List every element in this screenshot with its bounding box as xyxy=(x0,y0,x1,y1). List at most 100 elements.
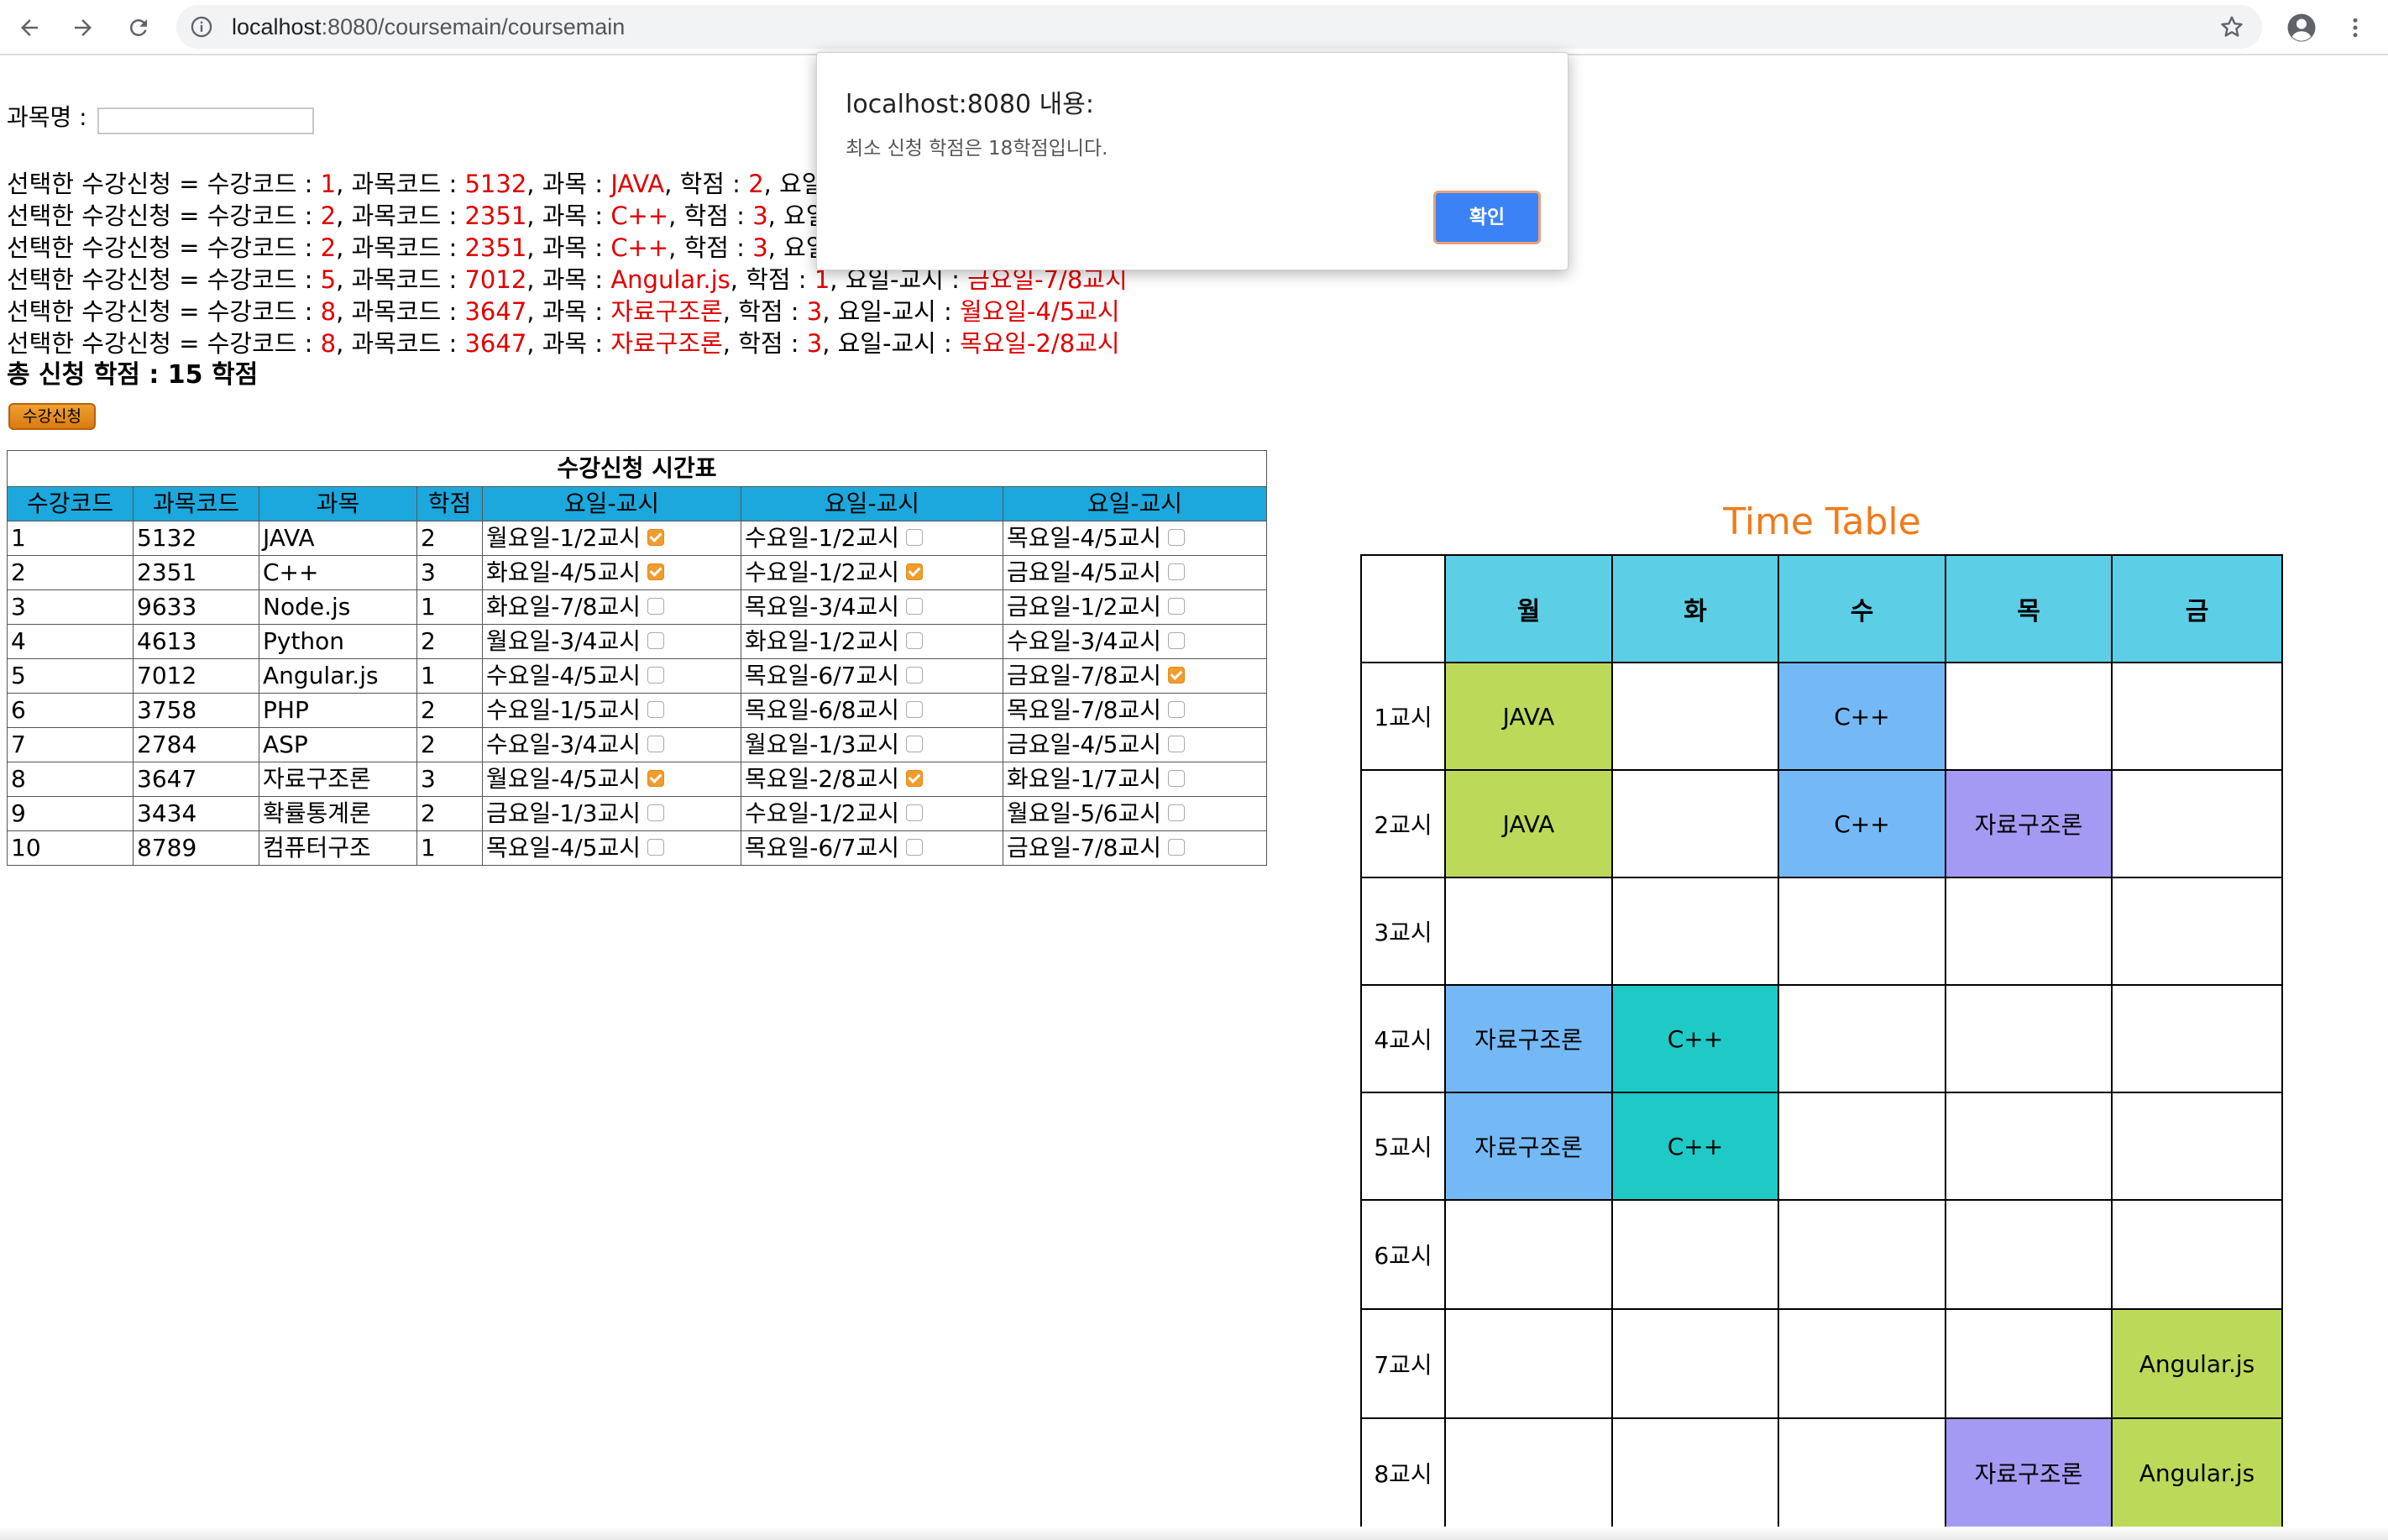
cell-credit: 2 xyxy=(416,693,483,728)
subject-search-input[interactable] xyxy=(97,107,314,134)
slot-checkbox[interactable] xyxy=(905,632,923,649)
slot-checkbox[interactable] xyxy=(647,736,664,752)
slot-checkbox[interactable] xyxy=(1167,632,1185,649)
selected-label: 선택한 수강신청 = 수강코드 : xyxy=(7,170,321,198)
cell-credit: 2 xyxy=(416,796,483,831)
reload-button[interactable] xyxy=(119,8,158,47)
period-label: 2교시 xyxy=(1360,769,1446,878)
slot-label: 목요일-6/7교시 xyxy=(745,834,899,862)
slot-label: 화요일-4/5교시 xyxy=(486,558,641,586)
apply-button[interactable]: 수강신청 xyxy=(8,403,96,430)
browser-menu-button[interactable] xyxy=(2336,8,2375,47)
slot-checkbox[interactable] xyxy=(1167,770,1185,787)
slot-cell: 화요일-1/7교시 xyxy=(1002,762,1268,797)
timetable-cell xyxy=(1444,1417,1613,1528)
slot-checkbox[interactable] xyxy=(647,632,664,649)
slot-cell: 화요일-7/8교시 xyxy=(482,589,741,625)
slot-checkbox[interactable] xyxy=(1167,563,1185,580)
slot-checkbox[interactable] xyxy=(905,598,923,615)
url-text[interactable]: localhost:8080/coursemain/coursemain xyxy=(232,14,625,39)
cell-subject-code: 2784 xyxy=(133,727,259,762)
day-header: 금 xyxy=(2111,554,2283,663)
forward-button[interactable] xyxy=(64,8,102,47)
slot-checkbox[interactable] xyxy=(905,701,923,718)
info-icon[interactable] xyxy=(190,15,213,39)
timetable-corner-cell xyxy=(1360,554,1446,663)
slot-checkbox[interactable] xyxy=(647,701,664,718)
cell-subject-code: 8789 xyxy=(133,830,259,866)
cell-subject: 자료구조론 xyxy=(259,762,417,797)
slot-label: 수요일-1/5교시 xyxy=(486,696,641,724)
slot-label: 금요일-4/5교시 xyxy=(1007,558,1161,586)
slot-cell: 금요일-1/3교시 xyxy=(482,796,741,831)
cell-code: 1 xyxy=(7,521,134,556)
selected-label: 선택한 수강신청 = 수강코드 : xyxy=(7,329,321,358)
slot-checkbox[interactable] xyxy=(647,804,664,821)
slot-checkbox[interactable] xyxy=(1167,598,1185,615)
slot-label: 화요일-7/8교시 xyxy=(486,593,641,621)
slot-checkbox[interactable] xyxy=(647,563,664,580)
slot-checkbox[interactable] xyxy=(905,529,923,546)
slot-label: 월요일-3/4교시 xyxy=(486,627,641,655)
slot-cell: 금요일-1/2교시 xyxy=(1002,589,1268,625)
slot-cell: 목요일-6/7교시 xyxy=(741,658,1003,694)
course-table: 수강신청 시간표 수강코드 과목코드 과목 학점 요일-교시 요일-교시 요일-교시 1 51… xyxy=(6,450,1268,866)
cell-code: 4 xyxy=(7,624,134,659)
slot-checkbox[interactable] xyxy=(1167,667,1185,684)
timetable-cell xyxy=(2111,769,2283,878)
slot-checkbox[interactable] xyxy=(905,736,923,752)
slot-cell: 월요일-4/5교시 xyxy=(482,762,741,797)
selected-label: , 과목코드 : xyxy=(336,170,465,198)
slot-checkbox[interactable] xyxy=(647,598,664,615)
star-icon[interactable] xyxy=(2218,13,2245,40)
slot-cell: 수요일-3/4교시 xyxy=(1002,624,1268,659)
slot-label: 금요일-1/3교시 xyxy=(486,799,641,827)
slot-checkbox[interactable] xyxy=(1167,701,1185,718)
timetable-row: 5교시 자료구조론 C++ xyxy=(1360,1092,2283,1201)
slot-checkbox[interactable] xyxy=(647,839,664,856)
selected-subject-value: 자료구조론 xyxy=(610,297,723,326)
cell-code: 10 xyxy=(7,830,134,866)
slot-checkbox[interactable] xyxy=(905,563,923,580)
slot-cell: 목요일-4/5교시 xyxy=(1002,521,1268,556)
cell-subject: 확률통계론 xyxy=(259,796,417,831)
table-row: 10 8789 컴퓨터구조 1 목요일-4/5교시 목요일-6/7교시 금요일-7/8교시 xyxy=(7,830,1268,866)
slot-checkbox[interactable] xyxy=(905,804,923,821)
slot-cell: 목요일-3/4교시 xyxy=(741,589,1003,625)
slot-checkbox[interactable] xyxy=(905,667,923,684)
timetable-cell xyxy=(1778,984,1946,1093)
slot-label: 수요일-1/2교시 xyxy=(745,524,899,552)
cell-subject-code: 2351 xyxy=(133,555,259,590)
timetable-cell xyxy=(1778,877,1946,986)
slot-checkbox[interactable] xyxy=(1167,529,1185,546)
slot-checkbox[interactable] xyxy=(905,839,923,856)
slot-label: 금요일-7/8교시 xyxy=(1007,662,1161,689)
slot-checkbox[interactable] xyxy=(905,770,923,787)
selected-label: , 학점 : xyxy=(730,265,814,294)
slot-checkbox[interactable] xyxy=(1167,736,1185,752)
cell-subject: ASP xyxy=(259,727,417,762)
slot-checkbox[interactable] xyxy=(1167,839,1185,856)
slot-label: 수요일-3/4교시 xyxy=(486,731,641,758)
timetable-cell xyxy=(2111,1092,2283,1201)
selected-subject-value: 자료구조론 xyxy=(610,329,723,358)
slot-checkbox[interactable] xyxy=(1167,804,1185,821)
cell-credit: 3 xyxy=(416,762,483,797)
url-path: :8080/coursemain/coursemain xyxy=(321,14,626,39)
back-button[interactable] xyxy=(10,8,49,47)
slot-checkbox[interactable] xyxy=(647,770,664,787)
selected-credit-value: 3 xyxy=(806,297,823,326)
selected-label: , 과목코드 : xyxy=(336,202,465,230)
cell-code: 2 xyxy=(7,555,134,590)
dialog-ok-button[interactable]: 확인 xyxy=(1433,191,1541,244)
slot-cell: 금요일-4/5교시 xyxy=(1002,727,1268,762)
slot-checkbox[interactable] xyxy=(647,667,664,684)
profile-button[interactable] xyxy=(2282,8,2321,47)
address-bar[interactable]: localhost:8080/coursemain/coursemain xyxy=(176,5,2262,49)
table-row: 4 4613 Python 2 월요일-3/4교시 화요일-1/2교시 수요일-3/4교시 xyxy=(7,624,1268,659)
slot-checkbox[interactable] xyxy=(647,529,664,546)
slot-label: 목요일-7/8교시 xyxy=(1007,696,1161,724)
day-header: 목 xyxy=(1945,554,2113,663)
table-row: 1 5132 JAVA 2 월요일-1/2교시 수요일-1/2교시 목요일-4/5교시 xyxy=(7,521,1268,556)
column-header: 요일-교시 xyxy=(482,486,741,521)
